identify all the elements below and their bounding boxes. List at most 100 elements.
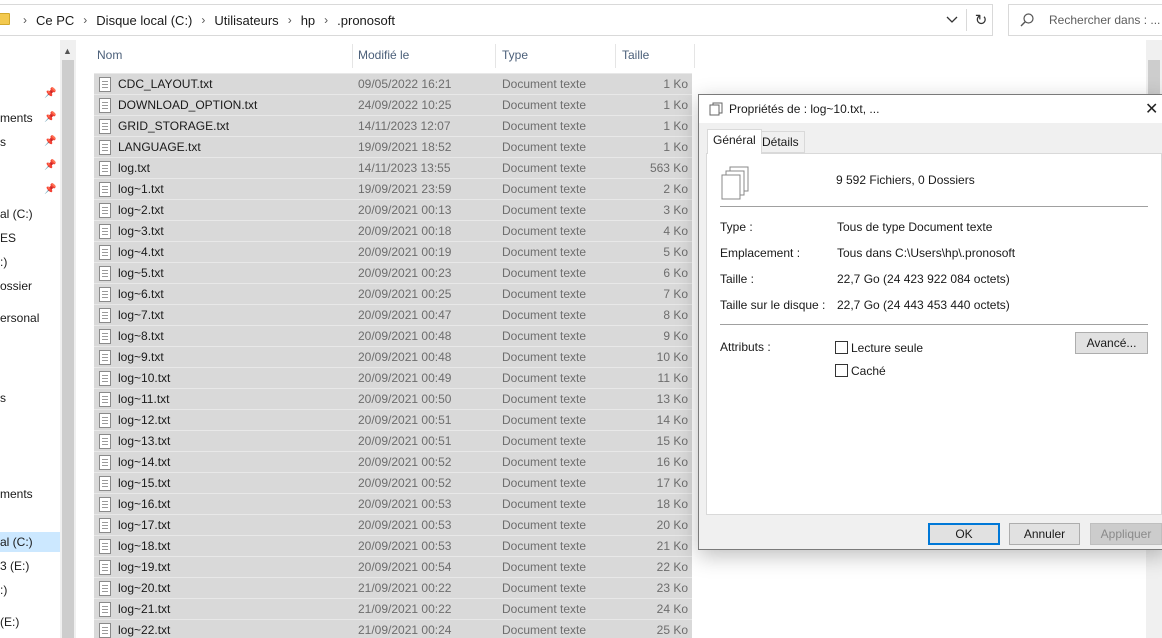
breadcrumb-item[interactable]: hp [301,13,315,28]
column-divider[interactable] [495,44,496,68]
file-row[interactable]: log~5.txt 20/09/2021 00:23 Document texte 6… [94,262,692,283]
file-size: 9 Ko [663,329,688,343]
file-row[interactable]: log~18.txt 20/09/2021 00:53 Document texte… [94,535,692,556]
chevron-right-icon[interactable]: › [288,13,292,27]
breadcrumb-item[interactable]: Utilisateurs [214,13,278,28]
cancel-button[interactable]: Annuler [1009,523,1080,545]
file-row[interactable]: log~9.txt 20/09/2021 00:48 Document texte 1… [94,346,692,367]
file-row[interactable]: log.txt 14/11/2023 13:55 Document texte 563… [94,157,692,178]
column-divider[interactable] [615,44,616,68]
nav-item-selected[interactable]: al (C:) [0,532,60,552]
file-row[interactable]: log~4.txt 20/09/2021 00:19 Document texte 5… [94,241,692,262]
ok-button[interactable]: OK [928,523,1000,545]
file-row[interactable]: log~2.txt 20/09/2021 00:13 Document texte 3… [94,199,692,220]
refresh-icon[interactable]: ↻ [970,9,992,31]
nav-item[interactable]: ossier [0,276,60,296]
location-value: Tous dans C:\Users\hp\.pronosoft [837,246,1016,260]
column-header-name[interactable]: Nom [97,46,122,70]
file-row[interactable]: log~22.txt 21/09/2021 00:24 Document texte… [94,619,692,638]
file-row[interactable]: log~13.txt 20/09/2021 00:51 Document texte… [94,430,692,451]
file-name: GRID_STORAGE.txt [118,119,230,133]
breadcrumb-item[interactable]: .pronosoft [337,13,395,28]
file-row[interactable]: log~14.txt 20/09/2021 00:52 Document texte… [94,451,692,472]
tab-general[interactable]: Général [707,129,762,154]
nav-item[interactable]: ments [0,484,60,504]
address-bar[interactable]: › Ce PC › Disque local (C:) › Utilisateu… [0,4,993,36]
file-name: log~19.txt [118,560,171,574]
file-row[interactable]: LANGUAGE.txt 19/09/2021 18:52 Document tex… [94,136,692,157]
file-type: Document texte [502,245,587,259]
file-row[interactable]: GRID_STORAGE.txt 14/11/2023 12:07 Document… [94,115,692,136]
file-type: Document texte [502,77,587,91]
file-type: Document texte [502,350,587,364]
file-row[interactable]: log~8.txt 20/09/2021 00:48 Document texte 9… [94,325,692,346]
file-row[interactable]: log~21.txt 21/09/2021 00:22 Document texte… [94,598,692,619]
readonly-label[interactable]: Lecture seule [851,341,923,355]
file-row[interactable]: log~12.txt 20/09/2021 00:51 Document texte… [94,409,692,430]
breadcrumb-item[interactable]: Disque local (C:) [96,13,192,28]
scrollbar-thumb[interactable] [62,60,74,638]
close-icon[interactable]: ✕ [1145,99,1158,119]
file-modified: 19/09/2021 23:59 [358,182,452,196]
column-header-modified[interactable]: Modifié le [358,46,409,70]
file-row[interactable]: log~20.txt 21/09/2021 00:22 Document texte… [94,577,692,598]
readonly-checkbox[interactable] [835,341,848,354]
pin-icon: 📌 [44,160,57,171]
dialog-titlebar[interactable]: Propriétés de : log~10.txt, ... ✕ [699,95,1162,123]
file-size: 7 Ko [663,287,688,301]
file-row[interactable]: log~17.txt 20/09/2021 00:53 Document texte… [94,514,692,535]
breadcrumb-item[interactable]: Ce PC [36,13,74,28]
file-row[interactable]: log~10.txt 20/09/2021 00:49 Document texte… [94,367,692,388]
file-row[interactable]: DOWNLOAD_OPTION.txt 24/09/2022 10:25 Docum… [94,94,692,115]
file-modified: 20/09/2021 00:23 [358,266,452,280]
advanced-button[interactable]: Avancé... [1075,332,1148,354]
nav-item[interactable]: (E:) [0,612,60,632]
nav-item[interactable]: 3 (E:) [0,556,60,576]
nav-scrollbar[interactable]: ▲ [60,40,76,638]
file-row[interactable]: log~6.txt 20/09/2021 00:25 Document texte 7… [94,283,692,304]
file-name: log~12.txt [118,413,171,427]
scroll-up-icon[interactable]: ▲ [63,46,72,56]
column-divider[interactable] [352,44,353,68]
chevron-down-icon[interactable] [941,9,963,31]
nav-item[interactable]: al (C:) [0,204,60,224]
chevron-right-icon[interactable]: › [201,13,205,27]
file-row[interactable]: log~11.txt 20/09/2021 00:50 Document texte… [94,388,692,409]
file-name: log~22.txt [118,623,171,637]
tab-details[interactable]: Détails [756,131,805,153]
chevron-right-icon[interactable]: › [83,13,87,27]
chevron-right-icon[interactable]: › [324,13,328,27]
column-header-type[interactable]: Type [502,46,528,70]
text-file-icon [99,623,111,638]
hidden-checkbox[interactable] [835,364,848,377]
file-row[interactable]: log~3.txt 20/09/2021 00:18 Document texte 4… [94,220,692,241]
file-size: 1 Ko [663,98,688,112]
file-row[interactable]: log~1.txt 19/09/2021 23:59 Document texte 2… [94,178,692,199]
column-header-size[interactable]: Taille [622,46,649,70]
file-row[interactable]: log~16.txt 20/09/2021 00:53 Document texte… [94,493,692,514]
search-box[interactable]: Rechercher dans : ... [1008,4,1162,36]
column-divider[interactable] [694,44,695,68]
nav-item[interactable]: :) [0,252,60,272]
file-row[interactable]: log~15.txt 20/09/2021 00:52 Document texte… [94,472,692,493]
hidden-label[interactable]: Caché [851,364,886,378]
nav-item[interactable]: ersonal [0,308,60,328]
file-type: Document texte [502,455,587,469]
file-type: Document texte [502,266,587,280]
nav-item[interactable]: ES [0,228,60,248]
file-type: Document texte [502,476,587,490]
file-name: log~13.txt [118,434,171,448]
nav-item[interactable]: s [0,388,60,408]
file-type: Document texte [502,602,587,616]
file-row[interactable]: log~19.txt 20/09/2021 00:54 Document texte… [94,556,692,577]
file-type: Document texte [502,518,587,532]
apply-button[interactable]: Appliquer [1090,523,1162,545]
file-row[interactable]: log~7.txt 20/09/2021 00:47 Document texte 8… [94,304,692,325]
file-row[interactable]: CDC_LAYOUT.txt 09/05/2022 16:21 Document t… [94,73,692,94]
file-name: log~8.txt [118,329,164,343]
file-modified: 20/09/2021 00:51 [358,413,452,427]
file-size: 21 Ko [656,539,688,553]
search-placeholder[interactable]: Rechercher dans : ... [1049,13,1160,27]
nav-item[interactable]: :) [0,580,60,600]
navigation-pane: ments 📌 📌 s 📌 📌 📌 al (C:) ES :) ossier e… [0,40,60,638]
